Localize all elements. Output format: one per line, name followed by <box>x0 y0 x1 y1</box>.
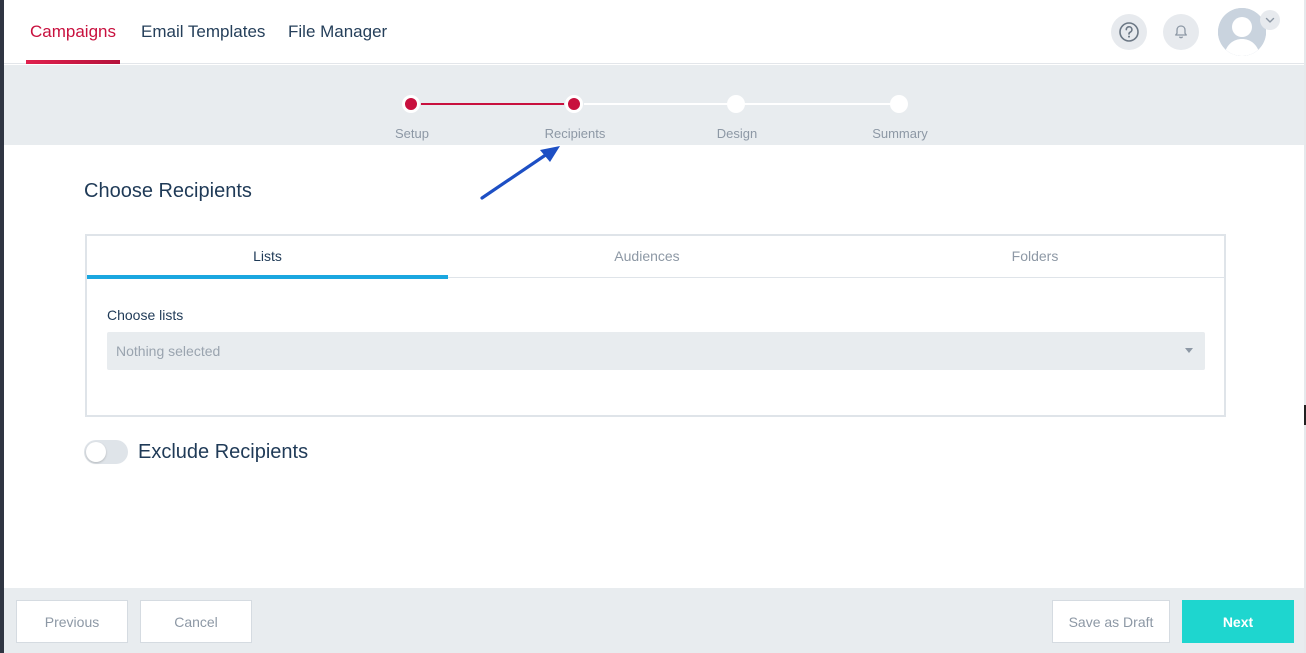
account-menu-button[interactable] <box>1260 10 1280 30</box>
recipients-panel: Lists Audiences Folders Choose lists Not… <box>85 234 1226 417</box>
chevron-down-icon <box>1264 14 1276 26</box>
caret-down-icon <box>1185 348 1193 353</box>
top-navigation: Campaigns Email Templates File Manager <box>4 0 1304 64</box>
step-dot-design[interactable] <box>727 95 745 113</box>
exclude-recipients-label: Exclude Recipients <box>138 441 309 463</box>
choose-lists-label: Choose lists <box>107 307 184 323</box>
progress-stepper <box>4 65 1304 145</box>
notifications-button[interactable] <box>1163 14 1199 50</box>
step-label-design: Design <box>716 126 758 141</box>
tab-email-templates[interactable]: Email Templates <box>141 0 265 64</box>
exclude-recipients-toggle[interactable] <box>84 440 128 464</box>
step-dot-recipients[interactable] <box>565 95 583 113</box>
step-dot-setup[interactable] <box>402 95 420 113</box>
step-label-setup: Setup <box>395 126 429 141</box>
step-dot-summary[interactable] <box>890 95 908 113</box>
footer-actions: Previous Cancel Save as Draft Next <box>4 588 1304 653</box>
recipients-tabs: Lists Audiences Folders <box>87 236 1224 279</box>
lists-select[interactable]: Nothing selected <box>107 332 1205 370</box>
tab-audiences[interactable]: Audiences <box>448 236 846 278</box>
tab-folders[interactable]: Folders <box>846 236 1224 278</box>
bell-icon <box>1173 24 1189 40</box>
help-icon <box>1118 21 1140 43</box>
stepper-line-complete <box>411 103 574 105</box>
annotation-arrow-icon <box>480 146 560 200</box>
avatar[interactable] <box>1218 8 1266 56</box>
previous-button[interactable]: Previous <box>16 600 128 643</box>
save-as-draft-button[interactable]: Save as Draft <box>1052 600 1170 643</box>
tab-lists[interactable]: Lists <box>87 236 448 279</box>
step-label-summary: Summary <box>872 126 928 141</box>
step-label-recipients: Recipients <box>544 126 606 141</box>
cancel-button[interactable]: Cancel <box>140 600 252 643</box>
lists-select-value: Nothing selected <box>116 343 221 359</box>
tab-campaigns[interactable]: Campaigns <box>26 0 120 64</box>
page-title: Choose Recipients <box>84 180 252 202</box>
tab-file-manager[interactable]: File Manager <box>288 0 387 64</box>
toggle-knob <box>86 442 106 462</box>
next-button[interactable]: Next <box>1182 600 1294 643</box>
help-button[interactable] <box>1111 14 1147 50</box>
